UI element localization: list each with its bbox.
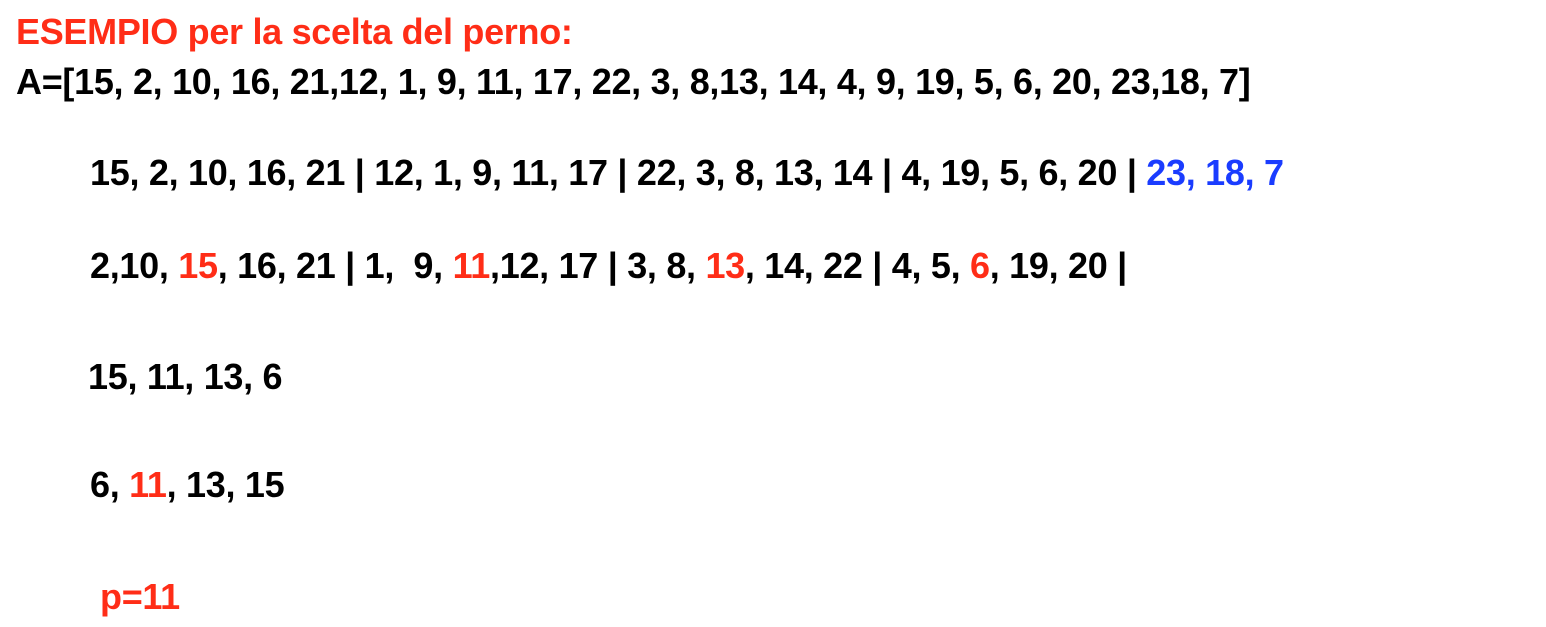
medians-text: 6, xyxy=(90,464,130,505)
sorted-medians-list: 6, 11, 13, 15 xyxy=(90,464,285,505)
input-array: A=[15, 2, 10, 16, 21,12, 1, 9, 11, 17, 2… xyxy=(16,61,1251,102)
medians-text: , 13, 15 xyxy=(166,464,285,505)
slide-title: ESEMPIO per la scelta del perno: xyxy=(16,11,573,52)
medians-list: 15, 11, 13, 6 xyxy=(88,356,283,397)
group-4-median: 6 xyxy=(970,245,990,286)
sorted-groups: 2,10, 15, 16, 21 | 1, 9, 11,12, 17 | 3, … xyxy=(90,246,1127,286)
sorted-text: , 14, 22 | 4, 5, xyxy=(744,245,971,286)
group-3-median: 13 xyxy=(705,245,745,286)
group-1: 15, 2, 10, 16, 21 | xyxy=(90,152,375,193)
median-of-medians: 11 xyxy=(129,464,167,505)
groups-of-five: 15, 2, 10, 16, 21 | 12, 1, 9, 11, 17 | 2… xyxy=(90,153,1284,193)
sorted-text: , 19, 20 | xyxy=(989,245,1127,286)
sorted-text: ,12, 17 | 3, 8, xyxy=(490,245,706,286)
group-2: 12, 1, 9, 11, 17 | xyxy=(374,152,637,193)
group-1-median: 15 xyxy=(178,245,218,286)
group-3: 22, 3, 8, 13, 14 | xyxy=(636,152,902,193)
group-4: 4, 19, 5, 6, 20 | xyxy=(901,152,1147,193)
sorted-text: , 16, 21 | 1, 9, xyxy=(217,245,453,286)
pivot-result: p=11 xyxy=(100,576,180,617)
sorted-text: 2,10, xyxy=(90,245,179,286)
group-2-median: 11 xyxy=(452,245,491,286)
group-5-remainder: 23, 18, 7 xyxy=(1146,152,1284,193)
